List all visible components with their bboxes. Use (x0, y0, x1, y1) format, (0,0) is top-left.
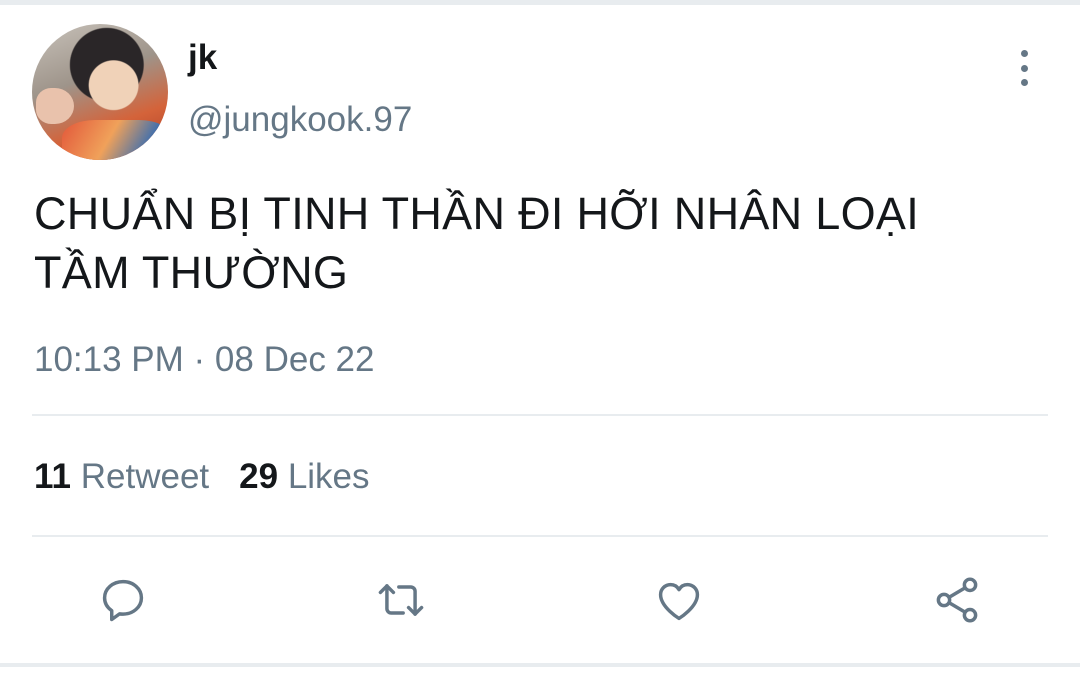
more-vertical-icon (1020, 50, 1028, 57)
retweets-label: Retweet (80, 457, 210, 496)
meta-separator: · (183, 340, 215, 379)
avatar[interactable] (32, 24, 168, 160)
heart-icon (658, 582, 700, 621)
likes-label: Likes (287, 457, 370, 496)
tweet-text-line: TẦM THƯỜNG (34, 247, 349, 298)
divider (32, 535, 1048, 537)
author-handle[interactable]: @jungkook.97 (188, 100, 412, 140)
reply-button[interactable] (95, 572, 151, 628)
tweet-date: 08 Dec 22 (214, 340, 375, 379)
tweet-text-line: CHUẨN BỊ TINH THẦN ĐI HỠI NHÂN LOẠI (34, 188, 920, 239)
avatar-hand (36, 88, 74, 124)
top-border (0, 0, 1080, 5)
share-button[interactable] (929, 572, 985, 628)
tweet-timestamp[interactable]: 10:13 PM · 08 Dec 22 (34, 338, 374, 382)
share-icon (936, 577, 978, 623)
action-bar (0, 572, 1080, 628)
retweet-button[interactable] (373, 572, 429, 628)
retweets-count: 11 (34, 457, 71, 496)
retweet-icon (378, 584, 424, 616)
tweet-time: 10:13 PM (34, 340, 184, 379)
more-vertical-icon-dot (1020, 64, 1028, 72)
reply-icon (102, 579, 144, 622)
retweets-stat[interactable]: 11 Retweet (34, 457, 209, 496)
tweet-stats: 11 Retweet 29 Likes (34, 455, 370, 499)
avatar-shirt (62, 120, 168, 160)
likes-count: 29 (239, 457, 279, 496)
bottom-border (0, 663, 1080, 667)
likes-stat[interactable]: 29 Likes (239, 457, 369, 496)
divider (32, 414, 1048, 416)
more-options-button[interactable] (1012, 50, 1036, 86)
tweet-text: CHUẨN BỊ TINH THẦN ĐI HỠI NHÂN LOẠI TẦM … (34, 184, 1044, 302)
more-vertical-icon-dot (1020, 79, 1028, 86)
author-name[interactable]: jk (188, 38, 217, 78)
like-button[interactable] (651, 572, 707, 628)
